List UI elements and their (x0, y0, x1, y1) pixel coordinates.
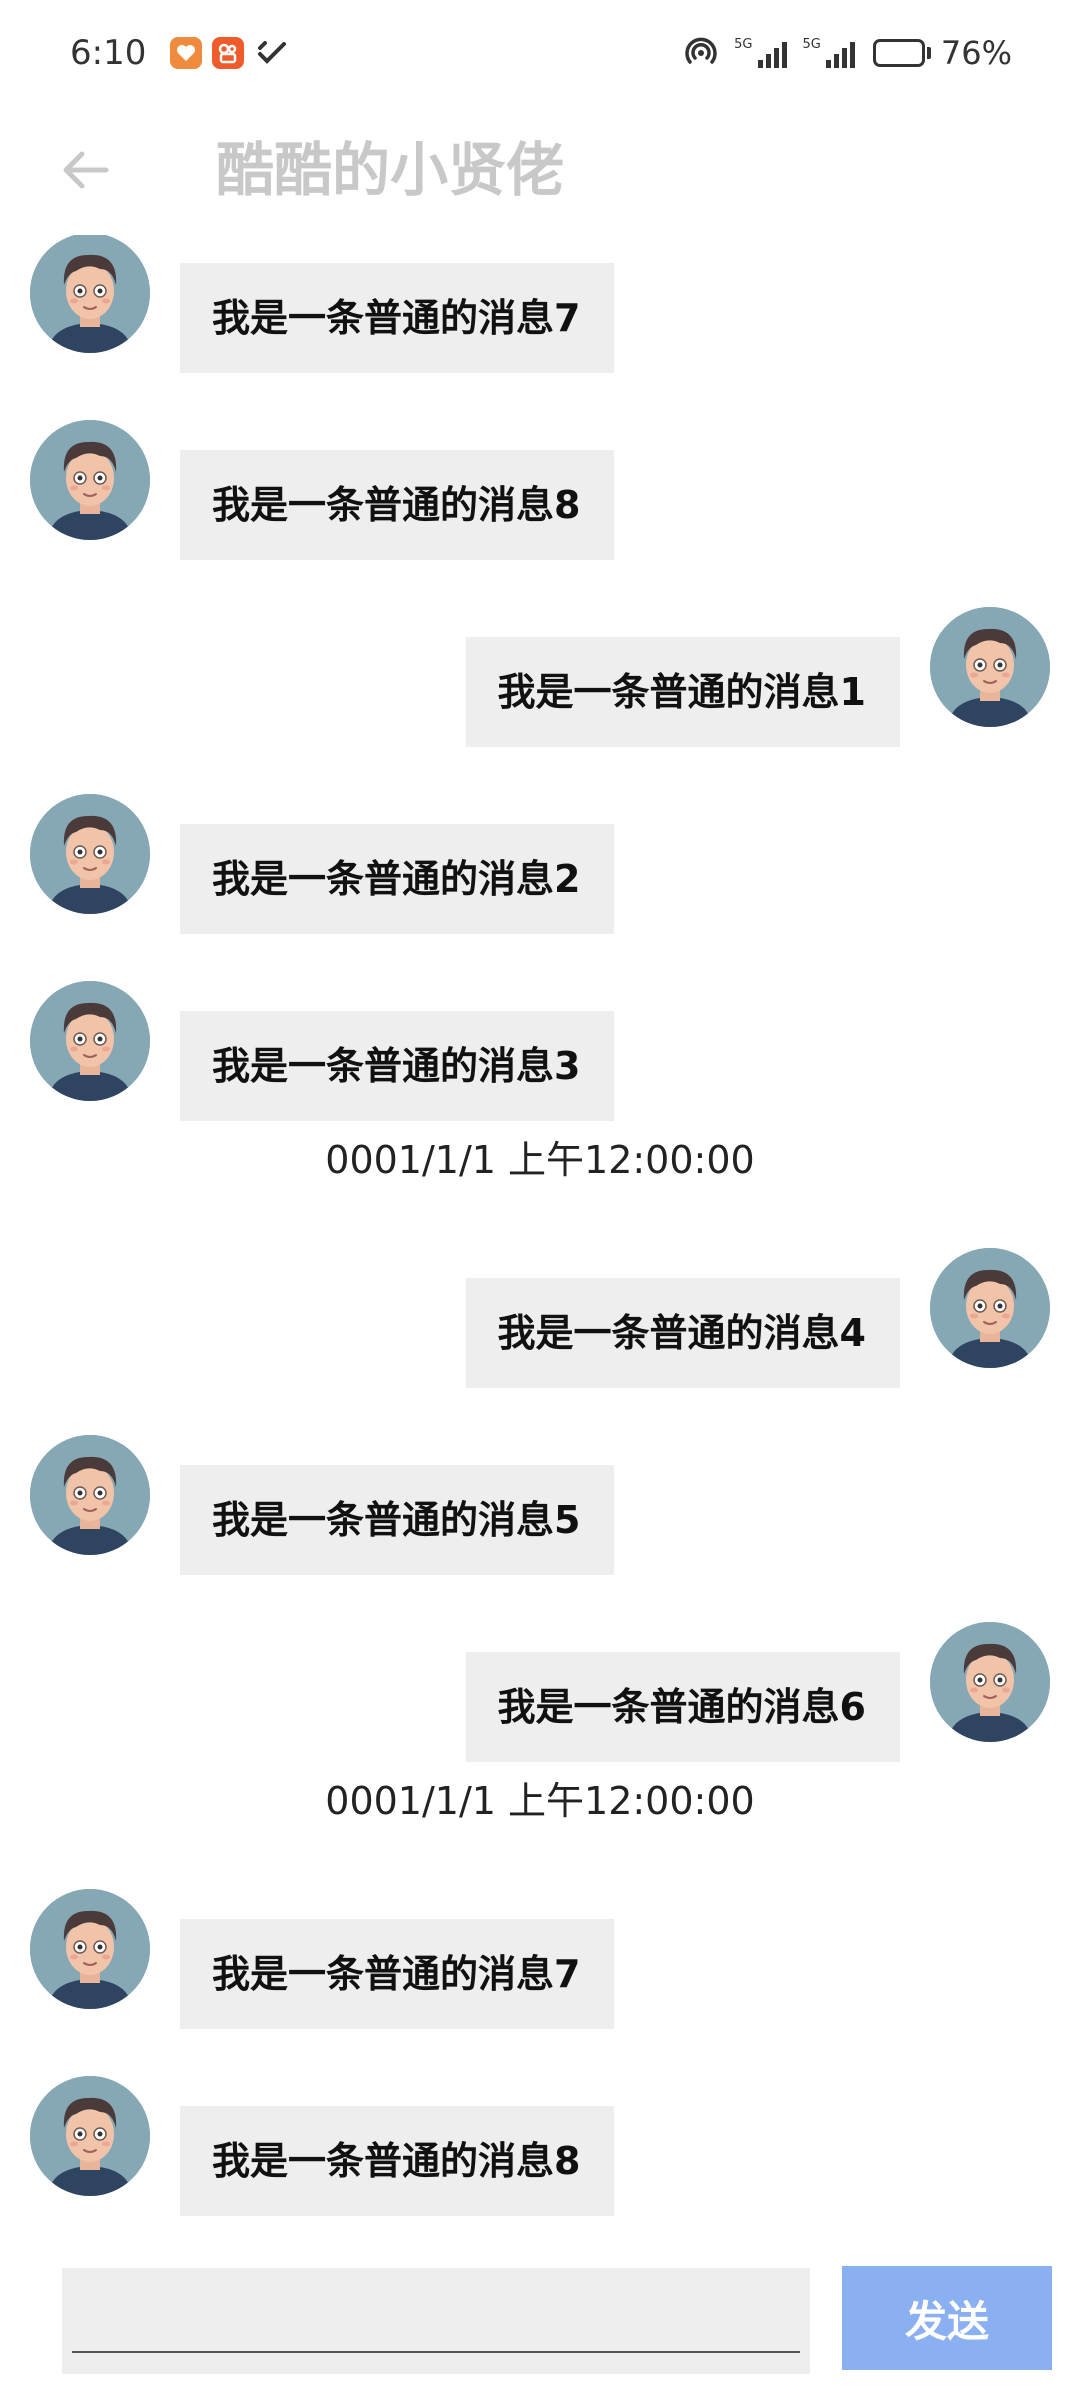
chat-screen: 6:10 5G 5G 76% 酷酷的小贤佬 我是一条普通的消息7 我是一条普通的… (0, 0, 1080, 2400)
message-row: 我是一条普通的消息2 (0, 756, 1080, 943)
message-row: 我是一条普通的消息4 (0, 1210, 1080, 1397)
signal-icon: 5G (734, 36, 787, 68)
message-bubble[interactable]: 我是一条普通的消息7 (180, 1919, 615, 2029)
message-row: 我是一条普通的消息5 (0, 1397, 1080, 1584)
message-bubble[interactable]: 我是一条普通的消息2 (180, 824, 615, 934)
message-bubble[interactable]: 我是一条普通的消息6 (465, 1652, 900, 1762)
check-app-icon (254, 37, 290, 69)
message-timestamp: 0001/1/1 上午12:00:00 (325, 1138, 755, 1182)
signal-label: 5G (734, 36, 753, 52)
avatar[interactable] (30, 235, 150, 353)
back-button[interactable] (50, 135, 120, 205)
message-row: 我是一条普通的消息8 (0, 2038, 1080, 2225)
status-bar: 6:10 5G 5G 76% (0, 0, 1080, 105)
signal-label: 5G (802, 36, 821, 52)
page-title: 酷酷的小贤佬 (216, 136, 565, 204)
input-bar: 发送 (0, 2255, 1080, 2400)
hotspot-icon (684, 36, 718, 70)
message-row: 我是一条普通的消息7 (0, 235, 1080, 382)
message-row: 我是一条普通的消息8 (0, 382, 1080, 569)
message-row: 我是一条普通的消息1 (0, 569, 1080, 756)
status-left: 6:10 (70, 33, 290, 73)
avatar[interactable] (30, 794, 150, 914)
arrow-left-icon (63, 151, 109, 189)
message-bubble[interactable]: 我是一条普通的消息4 (465, 1278, 900, 1388)
status-right: 5G 5G 76% (684, 34, 1012, 72)
heart-app-icon (170, 36, 203, 69)
input-underline (72, 2351, 800, 2353)
message-bubble[interactable]: 我是一条普通的消息7 (180, 263, 615, 373)
avatar[interactable] (30, 420, 150, 540)
message-bubble[interactable]: 我是一条普通的消息3 (180, 1011, 615, 1121)
avatar[interactable] (30, 2076, 150, 2196)
message-row: 我是一条普通的消息6 (0, 1584, 1080, 1771)
app-header: 酷酷的小贤佬 (0, 105, 1080, 235)
avatar[interactable] (30, 1435, 150, 1555)
avatar[interactable] (30, 1889, 150, 2009)
avatar[interactable] (930, 607, 1050, 727)
send-button[interactable]: 发送 (842, 2266, 1052, 2370)
battery-percent: 76% (940, 33, 1012, 72)
signal-icon: 5G (802, 36, 855, 68)
message-bubble[interactable]: 我是一条普通的消息8 (180, 2106, 615, 2216)
message-input[interactable] (62, 2268, 810, 2374)
status-time: 6:10 (70, 32, 147, 73)
message-bubble[interactable]: 我是一条普通的消息5 (180, 1465, 615, 1575)
battery-icon (872, 38, 931, 67)
avatar[interactable] (930, 1248, 1050, 1368)
message-row: 我是一条普通的消息7 (0, 1851, 1080, 2038)
avatar[interactable] (930, 1622, 1050, 1742)
message-bubble[interactable]: 我是一条普通的消息1 (465, 637, 900, 747)
message-row: 我是一条普通的消息3 (0, 943, 1080, 1130)
message-timestamp: 0001/1/1 上午12:00:00 (325, 1779, 755, 1823)
message-list[interactable]: 我是一条普通的消息7 我是一条普通的消息8 我是一条普通的消息1 我是一条普通的… (0, 235, 1080, 2255)
kuaishou-app-icon (212, 36, 245, 69)
message-bubble[interactable]: 我是一条普通的消息8 (180, 450, 615, 560)
avatar[interactable] (30, 981, 150, 1101)
